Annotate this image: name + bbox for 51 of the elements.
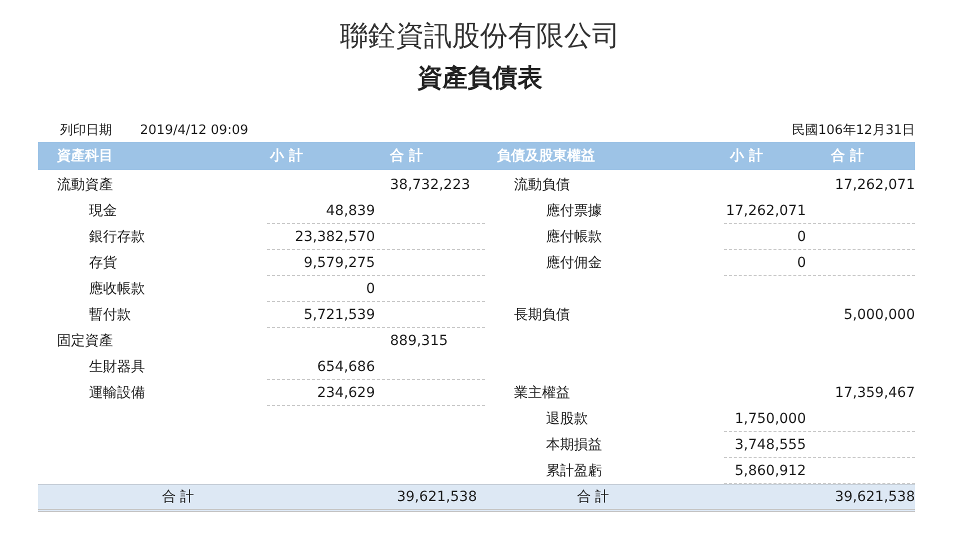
column-header: 小 計 <box>268 147 304 166</box>
subtotal-amount: 17,262,071 <box>724 202 806 221</box>
account-name: 應收帳款 <box>88 280 146 299</box>
group-total: 5,000,000 <box>842 306 915 325</box>
account-group: 業主權益 <box>488 380 724 406</box>
subtotal-amount: 48,839 <box>325 202 375 221</box>
account-group: 固定資產 <box>38 328 267 354</box>
group-total: 17,359,467 <box>834 384 915 403</box>
total-label: 合 計 <box>576 488 610 507</box>
total-label: 合 計 <box>160 488 196 507</box>
account-name: 應付帳款 <box>545 228 603 247</box>
subtotal-amount: 5,721,539 <box>302 306 375 325</box>
column-header: 資產科目 <box>56 147 114 166</box>
grand-total: 39,621,538 <box>396 488 477 507</box>
subtotal-amount: 654,686 <box>316 358 375 377</box>
print-date-label: 列印日期 <box>60 122 112 140</box>
subtotal-amount: 3,748,555 <box>734 436 806 455</box>
subtotal-amount: 23,382,570 <box>294 228 375 247</box>
account-name: 現金 <box>88 202 118 221</box>
column-header: 小 計 <box>728 147 764 166</box>
account-name: 暫付款 <box>88 306 132 325</box>
company-name: 聯銓資訊股份有限公司 <box>339 18 621 54</box>
report-period: 民國106年12月31日 <box>792 122 915 140</box>
subtotal-amount: 0 <box>796 228 806 247</box>
print-date: 2019/4/12 09:09 <box>140 122 248 140</box>
account-name: 退股款 <box>545 410 589 429</box>
subtotal-amount: 5,860,912 <box>734 462 806 481</box>
group-total: 889,315 <box>389 332 449 351</box>
subtotal-amount: 1,750,000 <box>734 410 806 429</box>
account-name: 應付佣金 <box>545 254 603 273</box>
column-header: 合 計 <box>390 147 423 166</box>
account-name: 生財器具 <box>88 358 146 377</box>
column-header: 負債及股東權益 <box>496 147 596 166</box>
account-name: 運輸設備 <box>88 384 146 403</box>
subtotal-amount: 0 <box>365 280 375 299</box>
grand-total: 39,621,538 <box>834 488 915 507</box>
account-name: 存貨 <box>88 254 118 273</box>
account-name: 銀行存款 <box>88 228 146 247</box>
account-group: 流動資產 <box>38 172 267 198</box>
account-group: 長期負債 <box>488 302 724 328</box>
column-header: 合 計 <box>831 147 864 166</box>
report-title: 資產負債表 <box>416 62 544 94</box>
group-total: 38,732,223 <box>389 176 472 195</box>
account-name: 應付票據 <box>545 202 603 221</box>
subtotal-amount: 0 <box>796 254 806 273</box>
subtotal-amount: 9,579,275 <box>302 254 375 273</box>
subtotal-amount: 234,629 <box>316 384 375 403</box>
account-name: 累計盈虧 <box>545 462 603 481</box>
account-group: 流動負債 <box>488 172 724 198</box>
account-name: 本期損益 <box>545 436 603 455</box>
group-total: 17,262,071 <box>834 176 915 195</box>
